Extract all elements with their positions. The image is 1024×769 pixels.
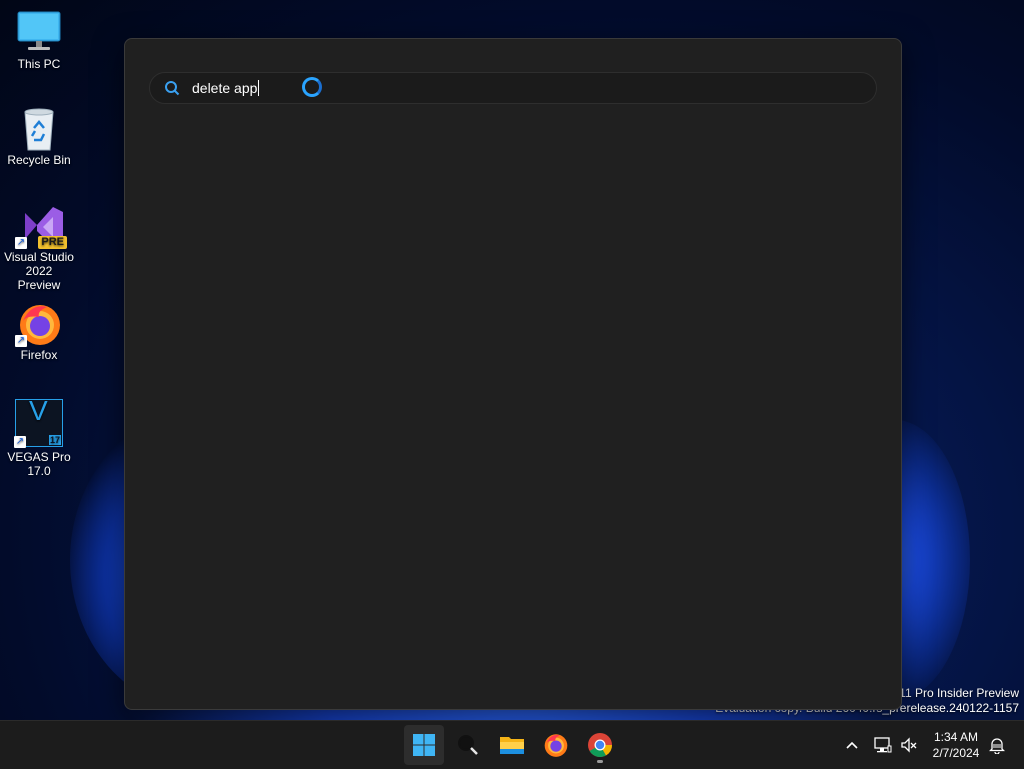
desktop-icon-label: Firefox — [20, 348, 58, 362]
shortcut-arrow-icon: ↗ — [15, 237, 27, 249]
desktop-icon-visual-studio[interactable]: PRE ↗ Visual Studio 2022 Preview — [4, 203, 74, 292]
network-status-button[interactable] — [872, 721, 894, 769]
search-panel: delete app — [124, 38, 902, 710]
taskbar-search-button[interactable] — [448, 725, 488, 765]
folder-icon — [500, 737, 524, 754]
clock-date: 2/7/2024 — [932, 746, 980, 760]
volume-button[interactable] — [898, 721, 920, 769]
taskbar: 1:34 AM 2/7/2024 — [0, 720, 1024, 769]
version-badge: 17 — [48, 435, 61, 445]
desktop-icon-recycle-bin[interactable]: Recycle Bin — [4, 106, 74, 167]
show-hidden-icons-button[interactable] — [840, 721, 864, 769]
preview-badge: PRE — [38, 236, 67, 249]
firefox-icon: ↗ — [15, 301, 61, 347]
search-icon — [165, 81, 180, 96]
taskbar-chrome-button[interactable] — [580, 725, 620, 765]
search-icon — [458, 735, 478, 755]
visual-studio-icon: PRE ↗ — [15, 203, 67, 249]
running-indicator — [597, 760, 603, 763]
desktop-icon-this-pc[interactable]: This PC — [4, 10, 74, 71]
clock-time: 1:34 AM — [933, 730, 979, 744]
taskbar-firefox-button[interactable] — [536, 725, 576, 765]
taskbar-clock[interactable]: 1:34 AM 2/7/2024 — [926, 729, 986, 761]
taskbar-file-explorer-button[interactable] — [492, 725, 532, 765]
chevron-up-icon — [846, 741, 858, 749]
shortcut-arrow-icon: ↗ — [14, 436, 26, 448]
taskbar-start-button[interactable] — [404, 725, 444, 765]
vegas-icon: V 17 ↗ — [14, 397, 63, 448]
search-input[interactable]: delete app — [149, 72, 877, 104]
loading-spinner-icon — [302, 77, 322, 97]
network-icon — [874, 737, 892, 753]
volume-muted-icon — [901, 737, 917, 753]
shortcut-arrow-icon: ↗ — [15, 335, 27, 347]
notifications-button[interactable] — [986, 721, 1008, 769]
desktop-icon-vegas-pro[interactable]: V 17 ↗ VEGAS Pro 17.0 — [4, 397, 74, 479]
chrome-icon — [588, 733, 612, 758]
search-query[interactable]: delete app — [192, 80, 260, 96]
desktop-icon-label: Recycle Bin — [7, 153, 71, 167]
recycle-bin-icon — [17, 106, 61, 151]
desktop-icon-label: This PC — [17, 57, 61, 71]
notification-bell-icon — [989, 738, 1005, 754]
firefox-icon — [544, 734, 568, 757]
windows-logo-icon — [413, 734, 435, 756]
monitor-icon — [17, 10, 61, 54]
desktop-icon-label: VEGAS Pro 17.0 — [7, 450, 71, 478]
desktop-icon-label: Visual Studio 2022 Preview — [4, 250, 74, 292]
desktop-icon-firefox[interactable]: ↗ Firefox — [4, 301, 74, 362]
